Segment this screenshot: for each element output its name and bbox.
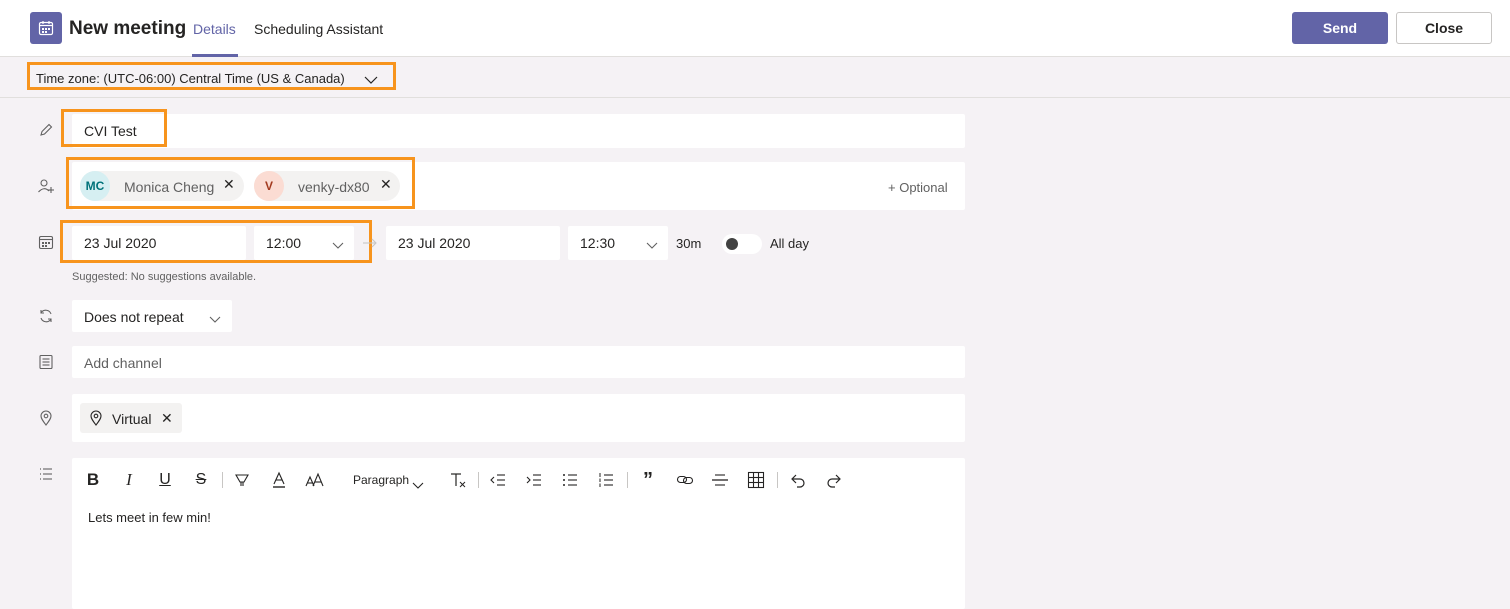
repeat-icon <box>37 307 55 325</box>
toolbar-divider <box>627 472 628 488</box>
table-icon[interactable] <box>747 470 765 490</box>
numbered-list-icon[interactable] <box>597 470 615 490</box>
underline-icon[interactable]: U <box>156 470 174 490</box>
active-tab-indicator <box>192 54 238 57</box>
pencil-icon <box>37 121 55 139</box>
channel-field[interactable] <box>72 346 965 378</box>
send-button[interactable]: Send <box>1292 12 1388 44</box>
redo-icon[interactable] <box>825 470 843 490</box>
end-time-value[interactable]: 12:30 <box>580 235 615 251</box>
close-button[interactable]: Close <box>1396 12 1492 44</box>
optional-attendees-link[interactable]: + Optional <box>888 180 948 195</box>
undo-icon[interactable] <box>789 470 807 490</box>
location-icon <box>37 409 55 427</box>
end-date-value[interactable]: 23 Jul 2020 <box>398 235 470 251</box>
details-list-icon <box>37 465 55 483</box>
increase-indent-icon[interactable] <box>525 470 543 490</box>
title-input-value[interactable]: CVI Test <box>84 123 137 139</box>
decrease-indent-icon[interactable] <box>489 470 507 490</box>
all-day-label: All day <box>770 236 810 251</box>
clear-formatting-icon[interactable] <box>448 470 468 490</box>
description-body-text[interactable]: Lets meet in few min! <box>88 510 211 525</box>
tab-details[interactable]: Details <box>193 21 236 37</box>
horizontal-rule-icon[interactable] <box>711 470 729 490</box>
chevron-down-icon[interactable] <box>646 237 658 255</box>
highlight-icon[interactable] <box>233 470 251 490</box>
duration-label: 30m <box>676 236 702 251</box>
chevron-down-icon[interactable] <box>209 311 221 329</box>
toolbar-divider <box>478 472 479 488</box>
attendees-highlight <box>66 157 415 209</box>
toggle-knob <box>726 238 738 250</box>
calendar-app-icon <box>30 12 62 44</box>
font-size-icon[interactable] <box>304 470 326 490</box>
calendar-icon <box>37 233 55 251</box>
bulleted-list-icon[interactable] <box>561 470 579 490</box>
channel-icon <box>37 353 55 371</box>
suggestion-text: Suggested: No suggestions available. <box>72 271 257 283</box>
title-field[interactable] <box>72 114 965 148</box>
italic-icon[interactable]: I <box>120 470 138 490</box>
location-pin-icon <box>88 410 104 431</box>
repeat-value[interactable]: Does not repeat <box>84 309 184 325</box>
timezone-selector[interactable]: Time zone: (UTC-06:00) Central Time (US … <box>36 71 345 86</box>
arrow-right-icon <box>362 236 378 254</box>
quote-icon[interactable]: ” <box>639 469 657 491</box>
paragraph-style-dropdown[interactable]: Paragraph <box>353 470 409 490</box>
chevron-down-icon[interactable] <box>364 72 378 90</box>
location-value: Virtual <box>112 411 152 427</box>
font-color-icon[interactable] <box>270 470 288 490</box>
chevron-down-icon[interactable] <box>412 477 424 495</box>
tab-scheduling-assistant[interactable]: Scheduling Assistant <box>254 21 383 37</box>
add-person-icon <box>37 177 55 195</box>
link-icon[interactable] <box>675 470 695 490</box>
start-datetime-highlight <box>60 220 372 263</box>
remove-location-close-icon[interactable]: ✕ <box>161 410 173 427</box>
strikethrough-icon[interactable]: S <box>192 470 210 490</box>
page-title: New meeting <box>69 18 187 39</box>
bold-icon[interactable]: B <box>84 470 102 490</box>
toolbar-divider <box>222 472 223 488</box>
location-field[interactable] <box>72 394 965 442</box>
all-day-toggle[interactable] <box>722 234 762 254</box>
header-bar: New meeting Details Scheduling Assistant… <box>0 0 1510 57</box>
toolbar-divider <box>777 472 778 488</box>
channel-placeholder[interactable]: Add channel <box>84 355 162 371</box>
